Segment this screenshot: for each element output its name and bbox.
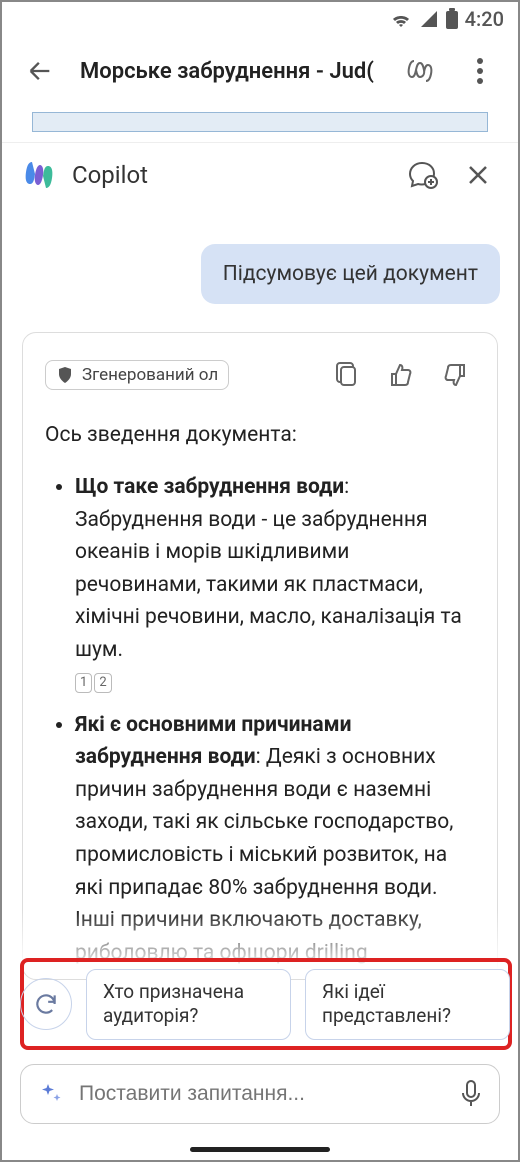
home-indicator	[190, 1147, 330, 1152]
copilot-response-card: Згенерований ол Ось зведення документа: …	[22, 332, 498, 980]
refresh-suggestions-button[interactable]	[20, 978, 72, 1030]
thumbs-down-button[interactable]	[435, 355, 475, 395]
chat-area: Підсумовує цей документ Згенерований ол	[2, 206, 518, 980]
document-title: Морське забруднення - Jud(	[80, 59, 380, 84]
close-panel-button[interactable]	[458, 155, 498, 195]
close-icon	[467, 164, 489, 186]
thumbs-up-icon	[389, 363, 413, 387]
arrow-left-icon	[26, 57, 54, 85]
reference-badge[interactable]: 1	[75, 673, 92, 693]
suggestion-chip[interactable]: Хто призначена аудиторія?	[86, 969, 291, 1040]
wifi-icon	[389, 9, 413, 29]
chat-plus-icon	[406, 159, 438, 191]
response-intro: Ось зведення документа:	[45, 423, 475, 447]
mic-button[interactable]	[461, 1074, 481, 1114]
suggestion-chip[interactable]: Які ідеї представлені?	[305, 969, 510, 1040]
microphone-icon	[461, 1080, 481, 1108]
battery-icon	[445, 8, 459, 30]
reference-badge[interactable]: 2	[94, 673, 111, 693]
generated-badge[interactable]: Згенерований ол	[45, 360, 229, 390]
copy-button[interactable]	[327, 355, 367, 395]
fade-overlay	[4, 910, 516, 970]
generated-badge-label: Згенерований ол	[82, 365, 218, 385]
new-chat-button[interactable]	[402, 155, 442, 195]
more-vertical-icon	[477, 58, 483, 84]
copy-icon	[336, 362, 358, 388]
refresh-icon	[33, 991, 59, 1017]
response-list: Що таке забруднення води: Забруднення во…	[45, 471, 475, 969]
signal-icon	[419, 9, 439, 29]
back-button[interactable]	[20, 51, 60, 91]
document-preview-strip	[2, 112, 518, 142]
sparkle-icon	[39, 1082, 63, 1106]
more-options-button[interactable]	[460, 51, 500, 91]
app-header: Морське забруднення - Jud(	[2, 36, 518, 106]
status-time: 4:20	[465, 7, 504, 31]
shield-icon	[56, 366, 74, 384]
thumbs-up-button[interactable]	[381, 355, 421, 395]
copilot-panel-header: Copilot	[2, 142, 518, 206]
thumbs-down-icon	[443, 363, 467, 387]
list-item: Що таке забруднення води: Забруднення во…	[75, 471, 475, 699]
copilot-title: Copilot	[72, 161, 386, 189]
status-bar: 4:20	[2, 2, 518, 36]
copilot-header-button[interactable]	[400, 51, 440, 91]
suggestion-row: Хто призначена аудиторія? Які ідеї предс…	[20, 969, 510, 1040]
chat-input[interactable]	[79, 1082, 445, 1106]
chat-input-bar	[20, 1064, 500, 1124]
user-message-bubble: Підсумовує цей документ	[201, 244, 500, 304]
copilot-outline-icon	[404, 55, 436, 87]
copilot-logo-icon	[22, 158, 56, 192]
